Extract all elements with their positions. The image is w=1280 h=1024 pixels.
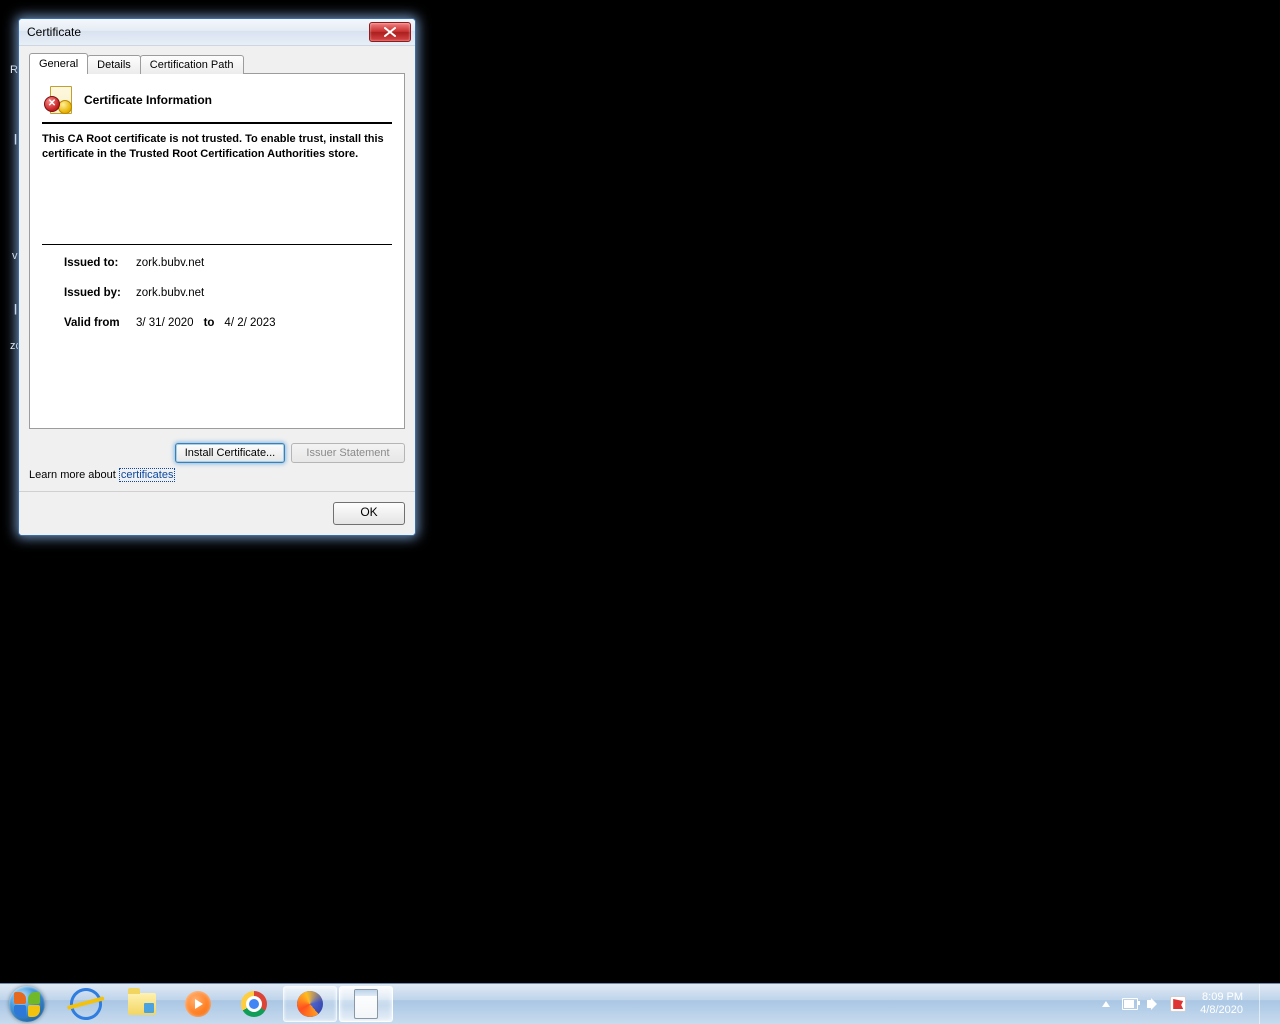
bg-text: v (12, 250, 18, 262)
taskbar-item-media-player[interactable] (171, 986, 225, 1022)
tray-battery-icon[interactable] (1122, 996, 1138, 1012)
bg-text: | (14, 303, 17, 315)
issued-by-label: Issued by: (64, 287, 130, 299)
tab-certification-path[interactable]: Certification Path (140, 55, 244, 74)
bg-text: R (10, 64, 18, 76)
tabstrip: General Details Certification Path (29, 52, 405, 74)
chevron-up-icon (1102, 1001, 1110, 1007)
notepad-icon (354, 989, 378, 1019)
tab-details[interactable]: Details (87, 55, 141, 74)
taskbar-clock[interactable]: 8:09 PM 4/8/2020 (1194, 991, 1249, 1017)
valid-from-label: Valid from (64, 317, 130, 329)
bg-text: | (14, 133, 17, 145)
valid-from-row: Valid from 3/ 31/ 2020 to 4/ 2/ 2023 (64, 317, 382, 329)
valid-to-word: to (200, 317, 219, 329)
start-button[interactable] (4, 984, 50, 1024)
close-button[interactable] (369, 22, 411, 42)
certificate-dialog: Certificate General Details Certificatio… (18, 18, 416, 536)
windows-logo-icon (9, 986, 45, 1022)
taskbar-item-ie[interactable] (59, 986, 113, 1022)
flag-icon (1170, 996, 1186, 1012)
certificates-link[interactable]: certificates (119, 468, 176, 482)
internet-explorer-icon (66, 984, 105, 1023)
clock-date: 4/8/2020 (1200, 1004, 1243, 1017)
issued-to-value: zork.bubv.net (136, 257, 204, 269)
clock-time: 8:09 PM (1200, 991, 1243, 1004)
tray-action-center-icon[interactable] (1170, 996, 1186, 1012)
taskbar-item-notepad[interactable] (339, 986, 393, 1022)
divider (42, 122, 392, 124)
ok-button[interactable]: OK (333, 502, 405, 525)
battery-icon (1122, 998, 1138, 1010)
issued-to-label: Issued to: (64, 257, 130, 269)
tab-general[interactable]: General (29, 53, 88, 74)
taskbar: 8:09 PM 4/8/2020 (0, 983, 1280, 1024)
taskbar-item-explorer[interactable] (115, 986, 169, 1022)
certificate-info-heading: Certificate Information (84, 93, 212, 107)
trust-warning-text: This CA Root certificate is not trusted.… (42, 132, 392, 162)
taskbar-item-firefox[interactable] (283, 986, 337, 1022)
issued-to-row: Issued to: zork.bubv.net (64, 257, 382, 269)
close-icon (384, 27, 396, 37)
valid-to-value: 4/ 2/ 2023 (224, 317, 275, 329)
divider (42, 244, 392, 245)
valid-from-value: 3/ 31/ 2020 (136, 317, 194, 329)
tabpanel-general: ✕ Certificate Information This CA Root c… (29, 73, 405, 429)
tray-overflow-button[interactable] (1098, 996, 1114, 1012)
speaker-icon (1147, 998, 1161, 1010)
learn-more-text: Learn more about certificates (29, 469, 405, 481)
issued-by-row: Issued by: zork.bubv.net (64, 287, 382, 299)
issued-by-value: zork.bubv.net (136, 287, 204, 299)
certificate-error-icon: ✕ (44, 86, 74, 114)
window-title: Certificate (27, 25, 81, 39)
system-tray: 8:09 PM 4/8/2020 (1096, 984, 1276, 1024)
install-certificate-button[interactable]: Install Certificate... (175, 443, 285, 463)
chrome-icon (241, 991, 267, 1017)
show-desktop-button[interactable] (1259, 984, 1274, 1024)
firefox-icon (297, 991, 323, 1017)
media-player-icon (185, 991, 211, 1017)
tray-volume-icon[interactable] (1146, 996, 1162, 1012)
issuer-statement-button: Issuer Statement (291, 443, 405, 463)
titlebar[interactable]: Certificate (19, 19, 415, 46)
taskbar-item-chrome[interactable] (227, 986, 281, 1022)
folder-icon (128, 993, 156, 1015)
